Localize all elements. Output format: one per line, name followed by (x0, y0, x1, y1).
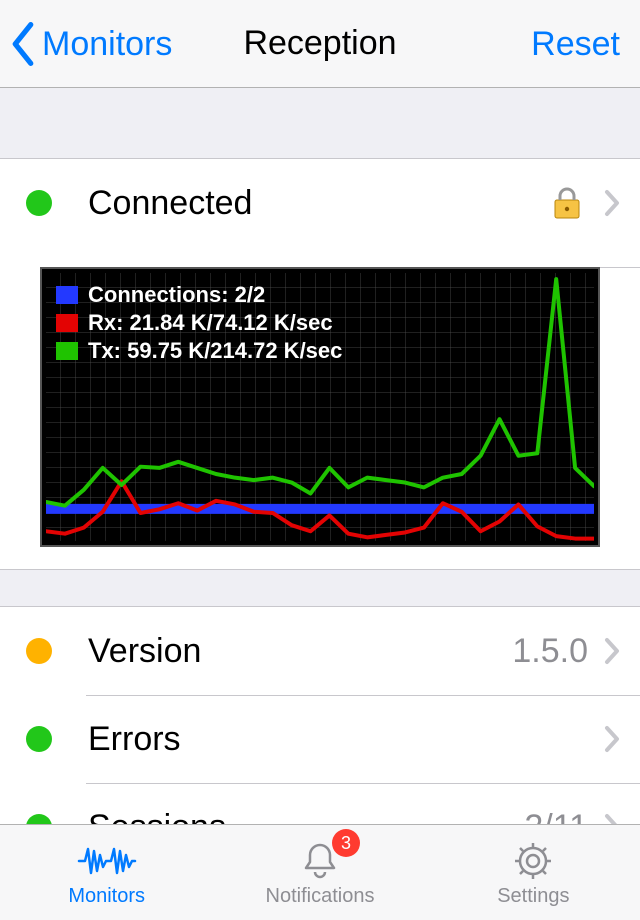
chart-area: Connections: 2/2 Rx: 21.84 K/74.12 K/sec… (40, 267, 600, 547)
row-label: Connected (88, 184, 552, 223)
tabbar: Monitors 3 Notifications Settings (0, 824, 640, 920)
status-dot-icon (26, 814, 52, 824)
chart-legend: Connections: 2/2 Rx: 21.84 K/74.12 K/sec… (56, 281, 342, 365)
tab-label: Monitors (68, 885, 145, 908)
waveform-icon (77, 837, 137, 885)
reset-button[interactable]: Reset (531, 0, 620, 88)
row-label: Sessions (88, 808, 524, 825)
legend-connections: Connections: 2/2 (88, 281, 265, 309)
row-value: 2/11 (524, 808, 588, 825)
legend-swatch-icon (56, 314, 78, 332)
legend-tx: Tx: 59.75 K/214.72 K/sec (88, 337, 342, 365)
legend-swatch-icon (56, 342, 78, 360)
tab-label: Settings (497, 885, 569, 908)
section-details: Version 1.5.0 Errors Sessions 2/11 (0, 606, 640, 824)
status-dot-icon (26, 190, 52, 216)
chevron-left-icon (10, 22, 36, 66)
chevron-right-icon (604, 813, 620, 824)
tab-settings[interactable]: Settings (427, 825, 640, 920)
chevron-right-icon (604, 725, 620, 753)
lock-icon (552, 186, 582, 220)
status-dot-icon (26, 726, 52, 752)
chevron-right-icon (604, 637, 620, 665)
tab-label: Notifications (266, 885, 375, 908)
row-version[interactable]: Version 1.5.0 (0, 607, 640, 695)
row-label: Version (88, 632, 512, 671)
row-connected[interactable]: Connected (0, 159, 640, 247)
tab-notifications[interactable]: 3 Notifications (213, 825, 426, 920)
legend-rx: Rx: 21.84 K/74.12 K/sec (88, 309, 333, 337)
navbar: Monitors Reception Reset (0, 0, 640, 88)
row-value: 1.5.0 (512, 632, 588, 671)
gear-icon (511, 837, 555, 885)
content: Connected Connections: 2/2 Rx: 21.84 K/7… (0, 88, 640, 824)
back-label: Monitors (42, 25, 172, 64)
back-button[interactable]: Monitors (10, 0, 172, 88)
chevron-right-icon (604, 189, 620, 217)
chart-container: Connections: 2/2 Rx: 21.84 K/74.12 K/sec… (0, 267, 640, 569)
section-connection: Connected Connections: 2/2 Rx: 21.84 K/7… (0, 158, 640, 570)
status-dot-icon (26, 638, 52, 664)
row-label: Errors (88, 720, 604, 759)
legend-swatch-icon (56, 286, 78, 304)
notification-badge: 3 (332, 829, 360, 857)
row-errors[interactable]: Errors (0, 695, 640, 783)
row-sessions[interactable]: Sessions 2/11 (0, 783, 640, 824)
tab-monitors[interactable]: Monitors (0, 825, 213, 920)
page-title: Reception (243, 24, 396, 63)
